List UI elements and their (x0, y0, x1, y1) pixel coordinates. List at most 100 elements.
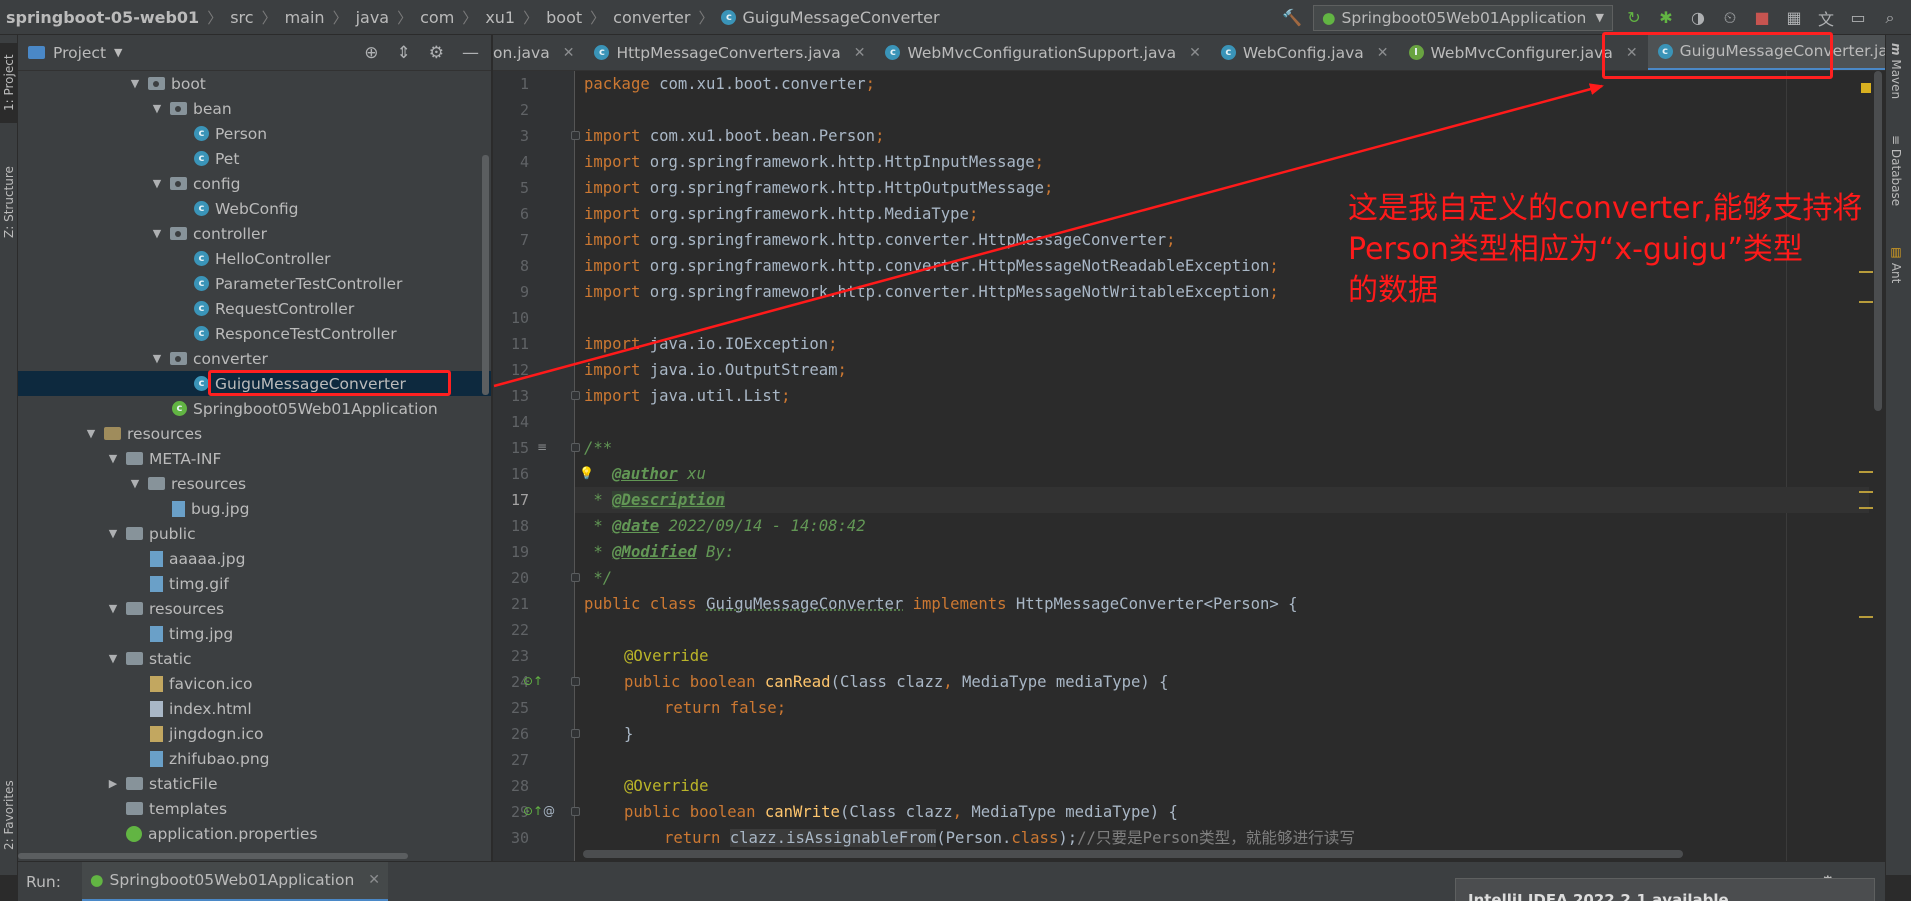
tree-item-aaaaa-jpg[interactable]: aaaaa.jpg (18, 546, 491, 571)
tree-item-springboot05web01application[interactable]: c Springboot05Web01Application (18, 396, 491, 421)
tree-item-timg-jpg[interactable]: timg.jpg (18, 621, 491, 646)
expand-down-icon[interactable]: ▼ (150, 102, 164, 115)
tree-item-webconfig[interactable]: c WebConfig (18, 196, 491, 221)
project-structure-icon[interactable]: ▦ (1783, 7, 1805, 29)
coverage-icon[interactable]: ◑ (1687, 7, 1709, 29)
tree-item-resources[interactable]: ▼ resources (18, 596, 491, 621)
expand-down-icon[interactable]: ▼ (150, 227, 164, 240)
tree-item-config[interactable]: ▼ config (18, 171, 491, 196)
error-stripe-marker[interactable] (1859, 471, 1873, 473)
breadcrumb-boot[interactable]: boot (546, 8, 582, 27)
profile-icon[interactable]: ⏲ (1719, 7, 1741, 29)
project-horizontal-scrollbar[interactable] (18, 851, 491, 861)
tree-item-boot[interactable]: ▼ boot (18, 71, 491, 96)
code-line: * @date 2022/09/14 - 14:08:42 (584, 517, 866, 535)
expand-down-icon[interactable]: ▼ (84, 427, 98, 440)
run-configuration-select[interactable]: ● Springboot05Web01Application ▼ (1313, 4, 1613, 31)
breadcrumb-java[interactable]: java (356, 8, 390, 27)
locate-crosshair-icon[interactable]: ⊕ (364, 43, 378, 63)
expand-down-icon[interactable]: ▼ (150, 177, 164, 190)
error-stripe-marker[interactable] (1859, 616, 1873, 618)
breadcrumb-com[interactable]: com (420, 8, 454, 27)
tree-item-static[interactable]: ▼ static (18, 646, 491, 671)
close-icon[interactable]: ✕ (1377, 45, 1389, 61)
error-stripe-marker[interactable] (1861, 83, 1871, 93)
chevron-right-icon: 〉 (523, 8, 539, 27)
rerun-icon[interactable]: ↻ (1623, 7, 1645, 29)
breadcrumb-src[interactable]: src (230, 8, 253, 27)
tree-item-favicon-ico[interactable]: favicon.ico (18, 671, 491, 696)
expand-right-icon[interactable]: ▶ (106, 777, 120, 790)
project-vertical-scrollbar[interactable] (482, 155, 489, 395)
tree-item-jingdogn-ico[interactable]: jingdogn.ico (18, 721, 491, 746)
build-hammer-icon[interactable]: 🔨 (1281, 7, 1303, 29)
structure-tool-tab[interactable]: Z: Structure (0, 155, 18, 250)
expand-down-icon[interactable]: ▼ (128, 477, 142, 490)
tree-item-templates[interactable]: templates (18, 796, 491, 821)
gear-icon[interactable]: ⚙ (429, 43, 444, 63)
breadcrumb-main[interactable]: main (285, 8, 325, 27)
tree-item-parametertestcontroller[interactable]: c ParameterTestController (18, 271, 491, 296)
expand-down-icon[interactable]: ▼ (128, 77, 142, 90)
error-stripe-marker[interactable] (1859, 507, 1873, 509)
tab-web-mvc-configuration-support[interactable]: c WebMvcConfigurationSupport.java ✕ (875, 35, 1210, 70)
tree-item-resources[interactable]: ▼ resources (18, 471, 491, 496)
tree-item-meta-inf[interactable]: ▼ META-INF (18, 446, 491, 471)
search-icon[interactable]: ⌕ (1879, 7, 1901, 29)
tree-item-controller[interactable]: ▼ controller (18, 221, 491, 246)
debug-bug-icon[interactable]: ✱ (1655, 7, 1677, 29)
breadcrumb-converter[interactable]: converter (613, 8, 690, 27)
close-icon[interactable]: ✕ (1189, 45, 1201, 61)
expand-down-icon[interactable]: ▼ (106, 452, 120, 465)
presentation-icon[interactable]: ▭ (1847, 7, 1869, 29)
tree-item-timg-gif[interactable]: timg.gif (18, 571, 491, 596)
tree-item-requestcontroller[interactable]: c RequestController (18, 296, 491, 321)
tree-item-index-html[interactable]: index.html (18, 696, 491, 721)
collapse-all-icon[interactable]: ⇕ (397, 43, 411, 63)
favorites-tool-tab[interactable]: 2: Favorites (0, 770, 18, 860)
tree-item-bean[interactable]: ▼ bean (18, 96, 491, 121)
tree-item-zhifubao-png[interactable]: zhifubao.png (18, 746, 491, 771)
error-stripe-marker[interactable] (1859, 491, 1873, 493)
project-header-actions: ⊕ ⇕ ⚙ — (364, 43, 491, 63)
tree-item-person[interactable]: c Person (18, 121, 491, 146)
update-notification[interactable]: IntelliJ IDEA 2022.2.1 available (1455, 878, 1875, 901)
tree-item-public[interactable]: ▼ public (18, 521, 491, 546)
tree-item-resources[interactable]: ▼ resources (18, 421, 491, 446)
breadcrumb-xu1[interactable]: xu1 (485, 8, 515, 27)
close-icon[interactable]: ✕ (854, 45, 866, 61)
tree-item-bug-jpg[interactable]: bug.jpg (18, 496, 491, 521)
tab-web-config[interactable]: c WebConfig.java ✕ (1211, 35, 1399, 70)
editor-horizontal-scrollbar[interactable] (583, 850, 1683, 858)
tree-item-staticfile[interactable]: ▶ staticFile (18, 771, 491, 796)
expand-down-icon[interactable]: ▼ (106, 652, 120, 665)
expand-down-icon[interactable]: ▼ (106, 602, 120, 615)
code-line: import org.springframework.http.MediaTyp… (584, 205, 979, 223)
chevron-down-icon: ▼ (1595, 11, 1604, 24)
code-line: import java.util.List; (584, 387, 791, 405)
tree-item-pet[interactable]: c Pet (18, 146, 491, 171)
tree-item-responcetestcontroller[interactable]: c ResponceTestController (18, 321, 491, 346)
breadcrumb-project[interactable]: springboot-05-web01 (0, 8, 199, 27)
tree-item-hellocontroller[interactable]: c HelloController (18, 246, 491, 271)
run-tab[interactable]: ● Springboot05Web01Application ✕ (82, 861, 389, 901)
tree-item-application-properties[interactable]: application.properties (18, 821, 491, 846)
tree-item-converter[interactable]: ▼ converter (18, 346, 491, 371)
minimize-icon[interactable]: — (462, 43, 479, 63)
tree-item-label: resources (171, 474, 247, 493)
maven-tool-tab[interactable]: m Maven (1889, 43, 1903, 99)
tab-http-message-converters[interactable]: c HttpMessageConverters.java ✕ (584, 35, 875, 70)
chevron-down-icon[interactable]: ▼ (114, 46, 122, 59)
tree-item-label: timg.gif (169, 574, 229, 593)
expand-down-icon[interactable]: ▼ (106, 527, 120, 540)
project-view-select[interactable]: Project (53, 44, 106, 62)
translate-icon[interactable]: 文 (1815, 7, 1837, 29)
project-tool-tab[interactable]: 1: Project (0, 43, 18, 123)
lightbulb-icon[interactable]: 💡 (579, 466, 594, 480)
breadcrumb-current-file[interactable]: c GuiguMessageConverter (721, 8, 940, 27)
expand-down-icon[interactable]: ▼ (150, 352, 164, 365)
tab-truncated[interactable]: on.java ✕ (493, 35, 584, 70)
close-icon[interactable]: ✕ (368, 872, 380, 888)
close-icon[interactable]: ✕ (563, 45, 575, 61)
stop-icon[interactable]: ■ (1751, 7, 1773, 29)
